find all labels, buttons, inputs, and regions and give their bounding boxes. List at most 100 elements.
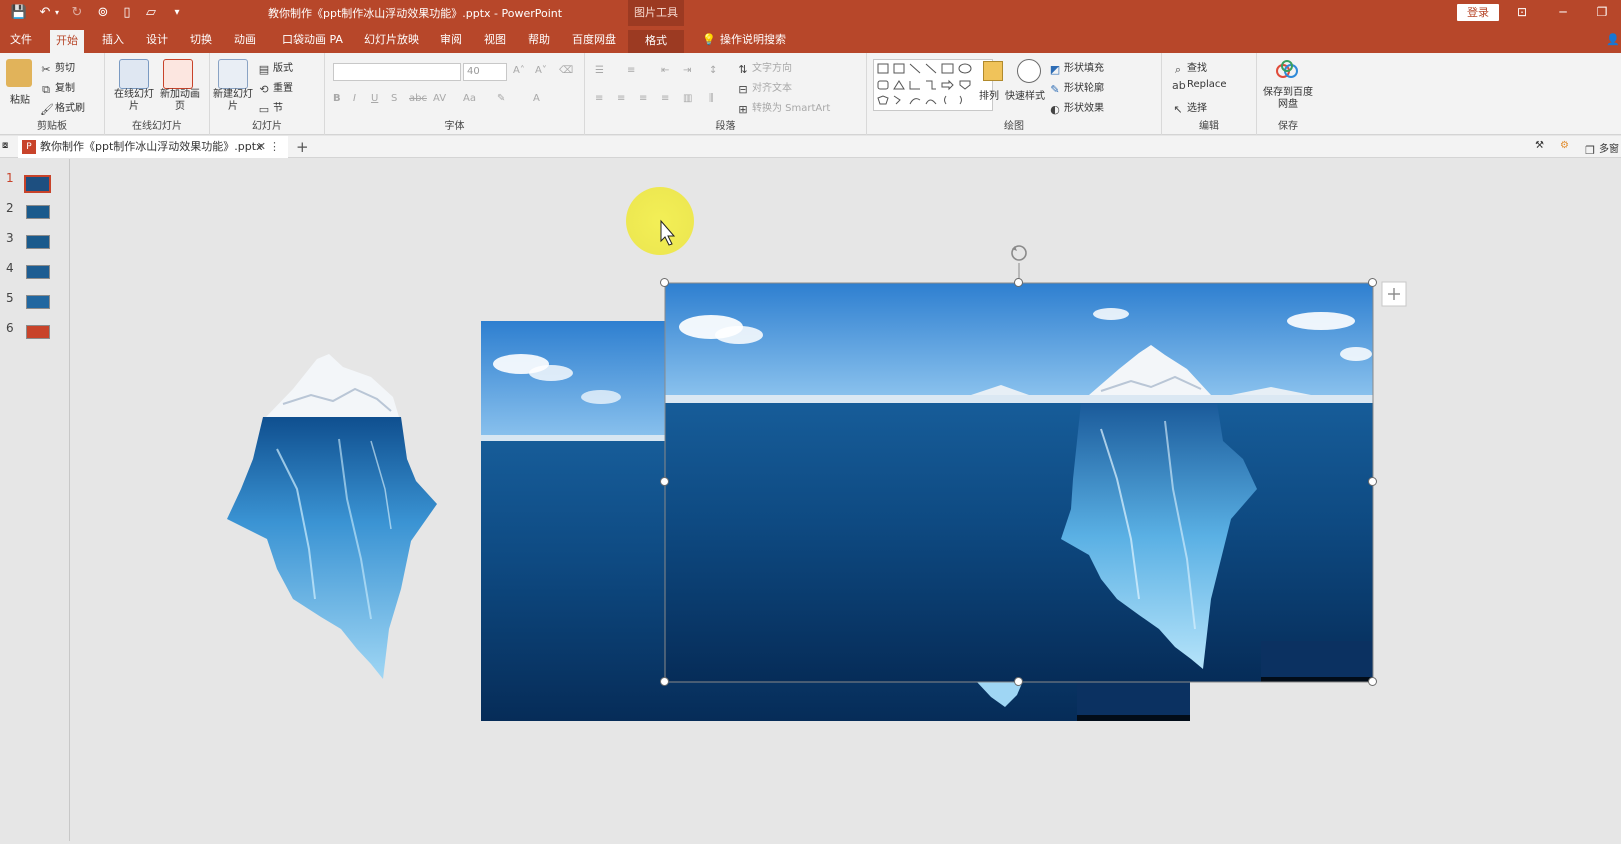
tab-transitions[interactable]: 切换: [184, 31, 218, 51]
replace-button[interactable]: abReplace: [1172, 79, 1227, 92]
login-button[interactable]: 登录: [1457, 4, 1499, 21]
online-slides-button[interactable]: 在线幻灯片: [111, 89, 157, 113]
layout-options-button[interactable]: [1381, 281, 1407, 307]
slide-thumb-4[interactable]: [26, 265, 50, 279]
shadow-button[interactable]: S: [391, 93, 397, 104]
new-slide-button[interactable]: 新建幻灯片: [212, 89, 254, 113]
italic-button[interactable]: I: [353, 93, 356, 104]
section-button[interactable]: ▭ 节: [258, 99, 283, 116]
document-tab[interactable]: P 教你制作《ppt制作冰山浮动效果功能》.pptx ✕ ⋮: [18, 136, 288, 158]
tool-icon[interactable]: ⚒: [1535, 140, 1544, 151]
reset-button[interactable]: ⟲ 重置: [258, 79, 293, 96]
increase-font-icon[interactable]: A˄: [513, 65, 525, 76]
minimize-button[interactable]: ─: [1553, 3, 1573, 21]
multi-window-button[interactable]: ❐ 多窗: [1584, 140, 1619, 157]
chevron-down-icon[interactable]: ▾: [52, 4, 62, 22]
resize-handle-w[interactable]: [660, 477, 669, 486]
new-anim-page-icon[interactable]: [163, 59, 193, 89]
font-size-field[interactable]: 40: [463, 63, 507, 81]
arrange-icon[interactable]: [983, 61, 1003, 81]
smartart-button[interactable]: ⊞ 转换为 SmartArt: [737, 99, 830, 116]
resize-handle-ne[interactable]: [1368, 278, 1377, 287]
resize-handle-se[interactable]: [1368, 677, 1377, 686]
align-right-icon[interactable]: ≡: [639, 93, 647, 104]
tab-help[interactable]: 帮助: [522, 31, 556, 51]
paste-icon[interactable]: [6, 59, 32, 87]
char-spacing-button[interactable]: AV: [433, 93, 446, 104]
iceberg-cutout-image[interactable]: [227, 354, 437, 679]
resize-handle-n[interactable]: [1014, 278, 1023, 287]
shape-outline-button[interactable]: ✎ 形状轮廓: [1049, 79, 1104, 96]
tab-baidu-netdisk[interactable]: 百度网盘: [566, 31, 622, 51]
copy-button[interactable]: ⧉ 复制: [40, 79, 75, 96]
save-icon[interactable]: 💾: [10, 4, 28, 22]
shape-fill-button[interactable]: ◩ 形状填充: [1049, 59, 1104, 76]
tab-menu-icon[interactable]: ⋮: [269, 136, 280, 158]
new-anim-page-button[interactable]: 新加动画页: [157, 89, 203, 113]
tab-slideshow[interactable]: 幻灯片放映: [358, 31, 425, 51]
align-center-icon[interactable]: ≡: [617, 93, 625, 104]
line-spacing-icon[interactable]: ↕: [709, 65, 717, 76]
highlight-icon[interactable]: ✎: [497, 93, 505, 104]
change-case-button[interactable]: Aa: [463, 93, 476, 104]
distributed-icon[interactable]: ▥: [683, 93, 692, 104]
cut-button[interactable]: ✂ 剪切: [40, 59, 75, 76]
format-painter-button[interactable]: 🖌格式刷: [40, 99, 85, 116]
font-name-field[interactable]: [333, 63, 461, 81]
tab-format[interactable]: 格式: [628, 30, 684, 53]
slide-thumb-6[interactable]: [26, 325, 50, 339]
slide-canvas[interactable]: [71, 159, 1621, 841]
bullets-icon[interactable]: ☰: [595, 65, 604, 76]
ribbon-display-icon[interactable]: ⊡: [1512, 3, 1532, 21]
arrange-button[interactable]: 排列: [979, 87, 999, 102]
tab-review[interactable]: 审阅: [434, 31, 468, 51]
settings-icon[interactable]: ⚙: [1560, 140, 1569, 151]
tab-design[interactable]: 设计: [140, 31, 174, 51]
tab-animations[interactable]: 动画: [228, 31, 262, 51]
tab-insert[interactable]: 插入: [96, 31, 130, 51]
columns-icon[interactable]: ⫼: [709, 93, 714, 104]
decrease-font-icon[interactable]: A˅: [535, 65, 547, 76]
slide-thumb-5[interactable]: [26, 295, 50, 309]
quick-styles-icon[interactable]: [1017, 59, 1041, 83]
layout-button[interactable]: ▤ 版式: [258, 59, 293, 76]
find-button[interactable]: ⌕ 查找: [1172, 59, 1207, 76]
online-slides-icon[interactable]: [119, 59, 149, 89]
tab-home[interactable]: 开始: [50, 30, 84, 53]
slide-thumb-3[interactable]: [26, 235, 50, 249]
customize-toolbar-icon[interactable]: ▾: [168, 4, 186, 22]
new-file-icon[interactable]: ▯: [118, 4, 136, 22]
justify-icon[interactable]: ≡: [661, 93, 669, 104]
resize-handle-s[interactable]: [1014, 677, 1023, 686]
select-button[interactable]: ↖ 选择: [1172, 99, 1207, 116]
open-folder-icon[interactable]: ▱: [142, 4, 160, 22]
resize-handle-e[interactable]: [1368, 477, 1377, 486]
numbering-icon[interactable]: ≡: [627, 65, 635, 76]
redo-icon[interactable]: ↻: [68, 4, 86, 22]
slideshow-icon[interactable]: ⊚: [94, 4, 112, 22]
restore-button[interactable]: ❐: [1592, 3, 1612, 21]
shape-gallery[interactable]: [873, 59, 993, 111]
new-tab-icon[interactable]: +: [296, 138, 309, 156]
baidu-cloud-icon[interactable]: [1275, 59, 1299, 81]
align-left-icon[interactable]: ≡: [595, 93, 603, 104]
underline-button[interactable]: U: [371, 93, 378, 104]
new-slide-icon[interactable]: [218, 59, 248, 89]
align-text-button[interactable]: ⊟ 对齐文本: [737, 79, 792, 96]
text-direction-button[interactable]: ⇅ 文字方向: [737, 59, 792, 76]
tab-file[interactable]: 文件: [4, 31, 38, 51]
resize-handle-nw[interactable]: [660, 278, 669, 287]
font-color-button[interactable]: A: [533, 93, 540, 104]
document-list-icon[interactable]: ⧇: [2, 140, 8, 151]
paste-button[interactable]: 粘贴: [10, 91, 30, 106]
shape-effects-button[interactable]: ◐ 形状效果: [1049, 99, 1104, 116]
quick-styles-button[interactable]: 快速样式: [1005, 87, 1045, 102]
slide-thumb-1[interactable]: [24, 175, 51, 193]
search-tell-me[interactable]: 操作说明搜索: [714, 31, 792, 51]
close-tab-icon[interactable]: ✕: [257, 136, 266, 158]
tab-pocket-animation[interactable]: 口袋动画 PA: [276, 31, 349, 51]
bold-button[interactable]: B: [333, 93, 341, 104]
account-icon[interactable]: 👤: [1600, 31, 1621, 51]
selected-iceberg-image[interactable]: [664, 282, 1374, 683]
increase-indent-icon[interactable]: ⇥: [683, 65, 691, 76]
